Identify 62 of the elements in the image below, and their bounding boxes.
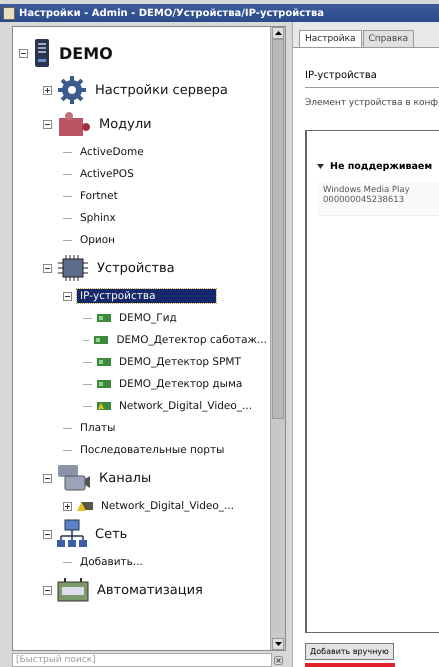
add-manually-button[interactable]: Добавить вручную (305, 643, 394, 660)
tree-item[interactable]: DEMO_Детектор саботаж... (113, 333, 270, 347)
collapse-triangle-icon[interactable] (317, 164, 324, 169)
section-heading: IP-устройства (305, 70, 439, 88)
expander-icon[interactable] (43, 86, 52, 94)
tree-item[interactable]: Fortnet (77, 189, 121, 203)
device-entry[interactable]: Windows Media Play 000000045238613 (317, 182, 439, 216)
expander-icon[interactable] (43, 530, 52, 538)
scroll-up-icon[interactable] (272, 27, 284, 39)
warning-device-icon (77, 501, 93, 511)
tree-item[interactable]: Sphinx (77, 211, 119, 225)
tree-item[interactable]: Последовательные порты (77, 443, 228, 457)
network-icon (57, 519, 87, 549)
group-label: Не поддерживаем (330, 161, 432, 172)
device-icon (97, 380, 111, 388)
app-icon (3, 6, 15, 20)
tab[interactable]: Справка (362, 30, 414, 47)
device-icon (94, 336, 108, 344)
camera-icon (57, 463, 91, 493)
server-icon (33, 38, 51, 68)
tree-item[interactable]: Орион (77, 233, 118, 247)
search-field[interactable]: [Быстрый поиск] (12, 653, 272, 667)
tree-item[interactable]: Сеть (92, 526, 130, 542)
puzzle-icon (57, 110, 91, 138)
tree-item[interactable]: Network_Digital_Video_... (116, 399, 256, 413)
device-icon (97, 314, 111, 322)
tree-item[interactable]: Платы (77, 421, 118, 435)
clear-icon[interactable] (274, 656, 283, 664)
tree-item[interactable]: DEMO (56, 42, 116, 64)
tree-item[interactable]: DEMO_Детектор дыма (116, 377, 246, 391)
tree-item[interactable]: Настройки сервера (92, 82, 231, 98)
tree-item[interactable]: Автоматизация (94, 582, 206, 598)
expander-icon[interactable] (43, 120, 52, 128)
tree-item[interactable]: Network_Digital_Video_... (98, 499, 238, 513)
expander-icon[interactable] (19, 48, 28, 58)
gear-icon (57, 75, 87, 105)
expander-icon[interactable] (43, 586, 52, 594)
tree-item[interactable]: IP-устройства (77, 289, 216, 303)
expander-icon[interactable] (43, 264, 52, 272)
expander-icon[interactable] (63, 502, 72, 510)
device-icon (97, 402, 111, 410)
tree-item[interactable]: Каналы (96, 470, 154, 486)
tree-item[interactable]: ActiveDome (77, 145, 147, 159)
tree-item[interactable]: DEMO_Детектор SPMT (116, 355, 244, 369)
description-text: Элемент устройства в конф (305, 98, 439, 108)
device-name: Windows Media Play (323, 185, 411, 195)
device-id: 000000045238613 (323, 195, 406, 205)
tree-item[interactable]: ActivePOS (77, 167, 137, 181)
expander-icon[interactable] (63, 292, 72, 300)
board-icon (57, 578, 89, 602)
tree-item[interactable]: Модули (96, 116, 155, 132)
tab[interactable]: Настройка (299, 30, 362, 47)
expander-icon[interactable] (43, 474, 52, 482)
scroll-down-icon[interactable] (272, 638, 284, 650)
chip-icon (57, 254, 89, 282)
tree-item[interactable]: DEMO_Гид (116, 311, 180, 325)
scrollbar[interactable] (270, 27, 285, 650)
tree-item[interactable]: Добавить... (77, 555, 146, 569)
tree-item[interactable]: Устройства (94, 260, 178, 276)
window-title: Настройки - Admin - DEMO/Устройства/IP-устройства (19, 8, 324, 18)
scroll-thumb[interactable] (272, 39, 284, 419)
device-icon (97, 358, 111, 366)
